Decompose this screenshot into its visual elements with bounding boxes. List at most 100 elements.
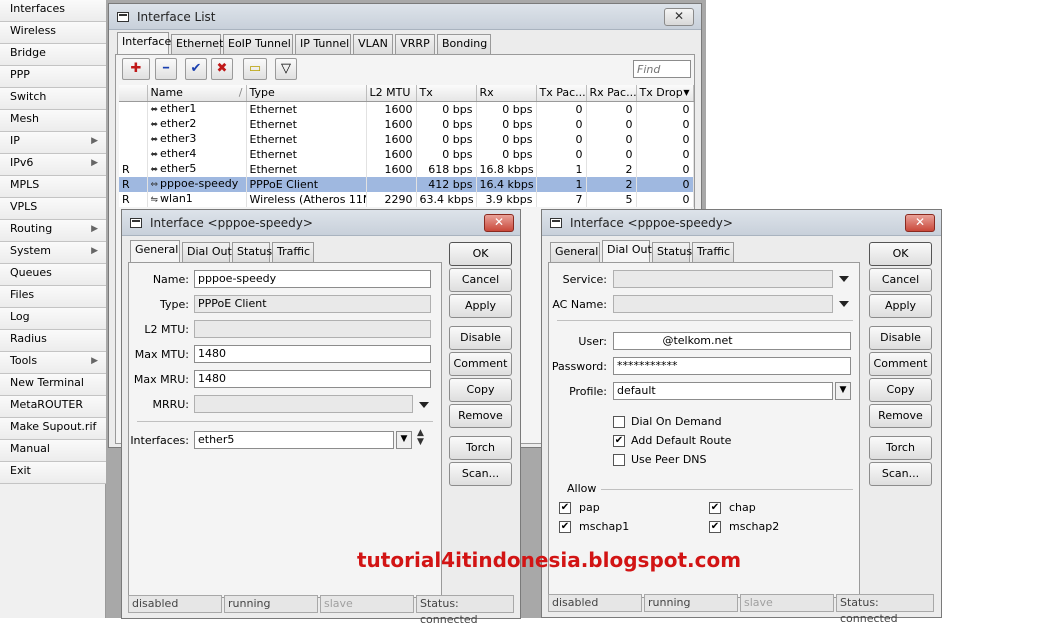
sidebar-item[interactable]: Mesh bbox=[0, 110, 106, 132]
filter-icon[interactable]: ▽ bbox=[275, 58, 297, 80]
column-header[interactable]: Rx Pac... bbox=[586, 85, 637, 102]
tab-traffic[interactable]: Traffic bbox=[692, 242, 734, 262]
sidebar-item[interactable]: MetaROUTER bbox=[0, 396, 106, 418]
sidebar-item[interactable]: Bridge bbox=[0, 44, 106, 66]
tab-traffic[interactable]: Traffic bbox=[272, 242, 314, 262]
ok-button[interactable]: OK bbox=[869, 242, 932, 266]
comment-button[interactable]: Comment bbox=[449, 352, 512, 376]
maxmru-field[interactable]: 1480 bbox=[194, 370, 431, 388]
column-header[interactable]: Tx Drop ▼ bbox=[636, 85, 694, 102]
copy-button[interactable]: Copy bbox=[869, 378, 932, 402]
table-row[interactable]: R ⇔ pppoe-speedy PPPoE Client 412 bps 16.4 kb… bbox=[119, 176, 694, 192]
close-icon[interactable]: ✕ bbox=[905, 214, 935, 232]
close-icon[interactable]: ✕ bbox=[664, 8, 694, 26]
password-field[interactable]: *********** bbox=[613, 357, 851, 375]
sidebar-item[interactable]: Radius bbox=[0, 330, 106, 352]
torch-button[interactable]: Torch bbox=[869, 436, 932, 460]
sidebar-item[interactable]: System ▶ bbox=[0, 242, 106, 264]
cancel-button[interactable]: Cancel bbox=[449, 268, 512, 292]
table-row[interactable]: ⬌ ether2 Ethernet 1600 0 bps 0 bps 0 0 0 bbox=[119, 116, 694, 132]
disable-icon[interactable]: ✖ bbox=[211, 58, 233, 80]
remove-button[interactable]: Remove bbox=[869, 404, 932, 428]
tab-eoip-tunnel[interactable]: EoIP Tunnel bbox=[223, 34, 293, 54]
tab-general[interactable]: General bbox=[550, 242, 600, 262]
maxmtu-field[interactable]: 1480 bbox=[194, 345, 431, 363]
comment-button[interactable]: Comment bbox=[869, 352, 932, 376]
table-row[interactable]: ⬌ ether4 Ethernet 1600 0 bps 0 bps 0 0 0 bbox=[119, 146, 694, 162]
interfaces-field[interactable]: ether5 bbox=[194, 431, 394, 449]
sidebar-item[interactable]: New Terminal bbox=[0, 374, 106, 396]
chevron-down-icon[interactable]: ▼ bbox=[683, 86, 689, 99]
sidebar-item[interactable]: Make Supout.rif bbox=[0, 418, 106, 440]
tab-dial-out[interactable]: Dial Out bbox=[602, 240, 652, 262]
sidebar-item[interactable]: Tools ▶ bbox=[0, 352, 106, 374]
column-header[interactable]: Tx Pac... bbox=[536, 85, 587, 102]
tab-ethernet[interactable]: Ethernet bbox=[171, 34, 223, 54]
sidebar-item[interactable]: Queues bbox=[0, 264, 106, 286]
tab-interface[interactable]: Interface bbox=[117, 32, 171, 54]
dialog-dialout-titlebar[interactable]: Interface <pppoe-speedy> ✕ bbox=[542, 210, 941, 236]
tab-ip-tunnel[interactable]: IP Tunnel bbox=[295, 34, 351, 54]
dropdown-icon[interactable]: ▼ bbox=[396, 431, 412, 449]
service-field[interactable] bbox=[613, 270, 833, 288]
mrru-dropdown-icon[interactable] bbox=[419, 402, 429, 408]
sidebar-item[interactable]: Wireless bbox=[0, 22, 106, 44]
cancel-button[interactable]: Cancel bbox=[869, 268, 932, 292]
sidebar-item[interactable]: Interfaces bbox=[0, 0, 106, 22]
sidebar-item[interactable]: VPLS bbox=[0, 198, 106, 220]
close-icon[interactable]: ✕ bbox=[484, 214, 514, 232]
tab-status[interactable]: Status bbox=[232, 242, 272, 262]
apply-button[interactable]: Apply bbox=[869, 294, 932, 318]
comment-icon[interactable]: ▭ bbox=[243, 58, 267, 80]
checkbox[interactable]: ✔ bbox=[559, 521, 571, 533]
ok-button[interactable]: OK bbox=[449, 242, 512, 266]
sidebar-item[interactable]: MPLS bbox=[0, 176, 106, 198]
mrru-field[interactable] bbox=[194, 395, 413, 413]
dialog-general-titlebar[interactable]: Interface <pppoe-speedy> ✕ bbox=[122, 210, 520, 236]
apply-button[interactable]: Apply bbox=[449, 294, 512, 318]
sidebar-item[interactable]: Files bbox=[0, 286, 106, 308]
updown-icon[interactable]: ▲ ▼ bbox=[417, 429, 424, 447]
column-header[interactable]: Type bbox=[246, 85, 367, 102]
column-header[interactable] bbox=[119, 85, 148, 102]
sidebar-item[interactable]: Exit bbox=[0, 462, 106, 484]
torch-button[interactable]: Torch bbox=[449, 436, 512, 460]
sidebar-item[interactable]: Manual bbox=[0, 440, 106, 462]
tab-general[interactable]: General bbox=[130, 240, 180, 262]
sidebar-item[interactable]: PPP bbox=[0, 66, 106, 88]
checkbox[interactable]: ✔ bbox=[709, 502, 721, 514]
interface-list-titlebar[interactable]: Interface List ✕ bbox=[109, 4, 701, 30]
remove-icon[interactable]: ━ bbox=[155, 58, 177, 80]
checkbox[interactable]: ✔ bbox=[709, 521, 721, 533]
sidebar-item[interactable]: IPv6 ▶ bbox=[0, 154, 106, 176]
sidebar-item[interactable]: Switch bbox=[0, 88, 106, 110]
tab-bonding[interactable]: Bonding bbox=[437, 34, 491, 54]
acname-field[interactable] bbox=[613, 295, 833, 313]
tab-status[interactable]: Status bbox=[652, 242, 692, 262]
name-field[interactable]: pppoe-speedy bbox=[194, 270, 431, 288]
table-row[interactable]: R ⇋ wlan1 Wireless (Atheros 11N) 2290 63.4 kb… bbox=[119, 191, 694, 207]
user-field[interactable]: @telkom.net bbox=[613, 332, 851, 350]
sidebar-item[interactable]: Routing ▶ bbox=[0, 220, 106, 242]
table-row[interactable]: ⬌ ether3 Ethernet 1600 0 bps 0 bps 0 0 0 bbox=[119, 131, 694, 147]
tab-dial-out[interactable]: Dial Out bbox=[182, 242, 232, 262]
sidebar-item[interactable]: Log bbox=[0, 308, 106, 330]
copy-button[interactable]: Copy bbox=[449, 378, 512, 402]
tab-vlan[interactable]: VLAN bbox=[353, 34, 393, 54]
add-icon[interactable]: ✚ bbox=[122, 58, 150, 80]
checkbox[interactable] bbox=[613, 416, 625, 428]
find-input[interactable] bbox=[633, 60, 691, 78]
column-header[interactable]: Name / bbox=[147, 85, 247, 102]
column-header[interactable]: Rx bbox=[476, 85, 537, 102]
table-row[interactable]: R ⬌ ether5 Ethernet 1600 618 bps 16.8 kbps 1 2 0 bbox=[119, 161, 694, 177]
acname-dropdown-icon[interactable] bbox=[839, 301, 849, 307]
dropdown-icon[interactable]: ▼ bbox=[835, 382, 851, 400]
scan-button[interactable]: Scan... bbox=[869, 462, 932, 486]
column-header[interactable]: Tx bbox=[416, 85, 477, 102]
disable-button[interactable]: Disable bbox=[449, 326, 512, 350]
service-dropdown-icon[interactable] bbox=[839, 276, 849, 282]
remove-button[interactable]: Remove bbox=[449, 404, 512, 428]
sidebar-item[interactable]: IP ▶ bbox=[0, 132, 106, 154]
disable-button[interactable]: Disable bbox=[869, 326, 932, 350]
scan-button[interactable]: Scan... bbox=[449, 462, 512, 486]
